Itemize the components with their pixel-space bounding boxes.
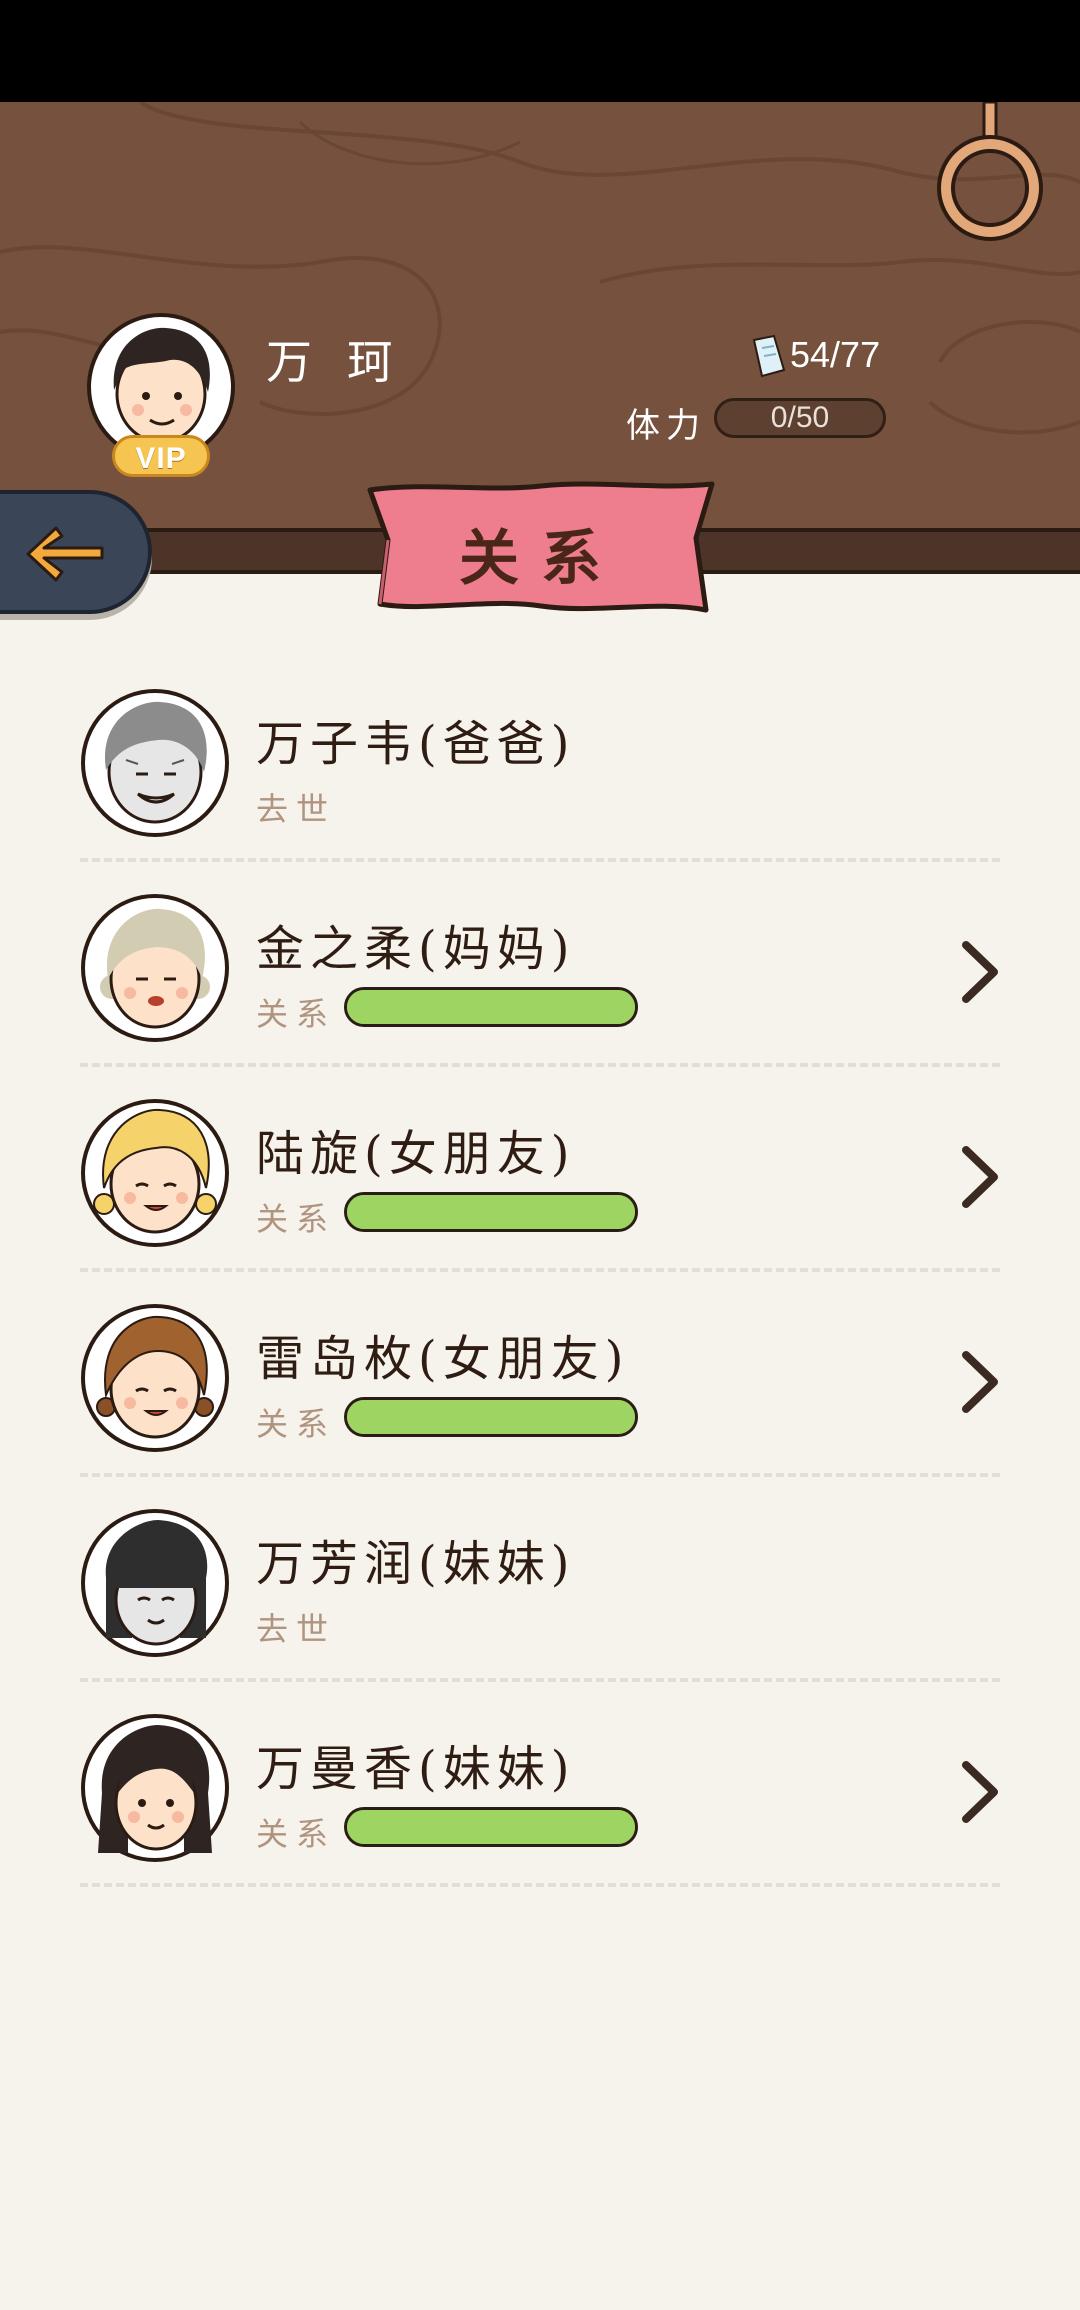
stamina-label: 体力 xyxy=(626,406,706,446)
avatar xyxy=(81,1714,229,1862)
relation-label: 关系 xyxy=(256,995,337,1033)
divider xyxy=(80,858,1000,862)
relation-bar xyxy=(344,1397,638,1437)
relation-bar xyxy=(344,1192,638,1232)
divider xyxy=(80,1063,1000,1067)
avatar xyxy=(81,689,229,837)
player-name: 万 珂 xyxy=(266,335,403,389)
relative-name: 金之柔(妈妈) xyxy=(256,921,576,977)
list-item[interactable]: 万曼香(妹妹) 关系 xyxy=(80,1707,1000,1912)
relative-name: 陆旋(女朋友) xyxy=(256,1126,576,1182)
list-item[interactable]: 陆旋(女朋友) 关系 xyxy=(80,1092,1000,1297)
divider xyxy=(80,1678,1000,1682)
chevron-right-icon[interactable] xyxy=(960,1144,1000,1210)
relation-label: 关系 xyxy=(256,1200,337,1238)
page-title: 关系 xyxy=(459,524,623,594)
avatar xyxy=(81,1304,229,1452)
avatar xyxy=(81,1099,229,1247)
deceased-status: 去世 xyxy=(256,1610,337,1648)
back-button[interactable] xyxy=(0,490,152,614)
ticket-count: 54/77 xyxy=(790,334,881,375)
relation-bar xyxy=(344,987,638,1027)
ticket-icon xyxy=(752,334,786,378)
relative-name: 万子韦(爸爸) xyxy=(256,716,576,772)
chevron-right-icon[interactable] xyxy=(960,939,1000,1005)
list-item[interactable]: 雷岛枚(女朋友) 关系 xyxy=(80,1297,1000,1502)
back-arrow-icon xyxy=(26,526,104,582)
divider xyxy=(80,1473,1000,1477)
chevron-right-icon[interactable] xyxy=(960,1349,1000,1415)
divider xyxy=(80,1268,1000,1272)
status-bar xyxy=(0,0,1080,102)
hanging-ring-icon[interactable] xyxy=(930,102,1050,252)
list-item: 万子韦(爸爸) 去世 xyxy=(80,682,1000,887)
relation-label: 关系 xyxy=(256,1815,337,1853)
chevron-right-icon[interactable] xyxy=(960,1759,1000,1825)
relation-label: 关系 xyxy=(256,1405,337,1443)
relative-name: 万曼香(妹妹) xyxy=(256,1741,576,1797)
avatar xyxy=(81,894,229,1042)
vip-badge[interactable]: VIP xyxy=(112,435,210,477)
relative-name: 万芳润(妹妹) xyxy=(256,1536,576,1592)
divider xyxy=(80,1883,1000,1887)
list-item: 万芳润(妹妹) 去世 xyxy=(80,1502,1000,1707)
relative-name: 雷岛枚(女朋友) xyxy=(256,1331,630,1387)
relation-bar xyxy=(344,1807,638,1847)
avatar xyxy=(81,1509,229,1657)
deceased-status: 去世 xyxy=(256,790,337,828)
list-item[interactable]: 金之柔(妈妈) 关系 xyxy=(80,887,1000,1092)
stamina-bar: 0/50 xyxy=(714,398,886,438)
